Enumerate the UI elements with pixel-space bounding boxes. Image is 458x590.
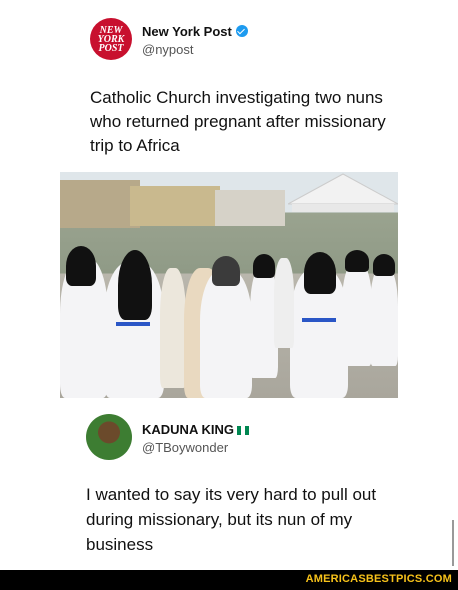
nun-sash	[302, 318, 336, 322]
author-name-text: New York Post	[142, 24, 232, 39]
building	[130, 186, 220, 226]
tweet-text: Catholic Church investigating two nuns w…	[90, 88, 386, 155]
tweet-text: I wanted to say its very hard to pull ou…	[86, 485, 377, 554]
author-name[interactable]: KADUNA KING	[142, 422, 249, 437]
verified-badge-icon	[235, 25, 248, 37]
white-tent	[288, 173, 398, 212]
nun-sash	[116, 322, 150, 326]
nun	[200, 270, 252, 398]
watermark-text[interactable]: AMERICASBESTPICS.COM	[306, 573, 452, 585]
author-name[interactable]: New York Post	[142, 24, 248, 39]
scrollbar[interactable]	[452, 520, 454, 566]
nun	[274, 258, 294, 348]
building	[215, 190, 285, 226]
nun-veil	[212, 256, 240, 286]
watermark-bar: AMERICASBESTPICS.COM	[0, 570, 458, 590]
nun-veil	[373, 254, 395, 276]
kaduna-king-avatar[interactable]	[86, 414, 132, 460]
nun	[342, 262, 372, 366]
author-handle[interactable]: @TBoywonder	[142, 440, 228, 455]
nun-veil	[118, 250, 152, 320]
tweet-photo[interactable]	[60, 172, 398, 398]
author-handle[interactable]: @nypost	[142, 42, 194, 57]
nun	[370, 266, 398, 366]
nun-veil	[66, 246, 96, 286]
author-name-text: KADUNA KING	[142, 422, 234, 437]
nun	[160, 268, 186, 388]
building	[60, 180, 140, 228]
nigeria-flag-icon	[236, 426, 249, 435]
nypost-avatar[interactable]: NEW YORK POST	[90, 18, 132, 60]
nun-veil	[345, 250, 369, 272]
nun-veil	[304, 252, 336, 294]
nun-veil	[253, 254, 275, 278]
avatar-text-line: POST	[98, 42, 124, 54]
